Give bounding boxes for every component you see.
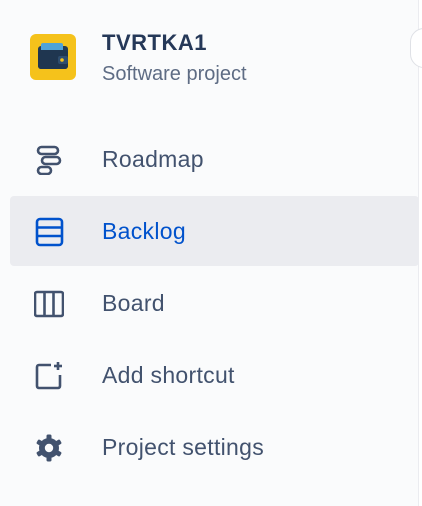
- sidebar-nav: Roadmap Backlog Board Add shortcut Proje…: [10, 124, 419, 484]
- sidebar-item-roadmap[interactable]: Roadmap: [10, 124, 419, 194]
- sidebar-item-label: Roadmap: [102, 146, 204, 172]
- project-type: Software project: [102, 63, 247, 85]
- sidebar-item-project-settings[interactable]: Project settings: [10, 412, 419, 482]
- backlog-icon: [35, 217, 64, 247]
- sidebar-item-label: Backlog: [102, 218, 186, 244]
- sidebar-item-add-shortcut[interactable]: Add shortcut: [10, 340, 419, 410]
- project-name: TVRTKA1: [102, 30, 207, 55]
- sidebar-item-board[interactable]: Board: [10, 268, 419, 338]
- project-avatar: [30, 34, 76, 80]
- gear-icon: [36, 434, 62, 462]
- sidebar-item-backlog[interactable]: Backlog: [10, 196, 419, 266]
- sidebar-item-label: Board: [102, 290, 165, 316]
- project-sidebar: TVRTKA1 Software project Roadmap Backlog: [0, 0, 420, 506]
- collapse-sidebar-button[interactable]: [410, 28, 422, 68]
- wallet-icon: [38, 43, 68, 69]
- project-header[interactable]: TVRTKA1 Software project: [30, 30, 400, 90]
- sidebar-item-label: Project settings: [102, 434, 265, 460]
- roadmap-icon: [36, 145, 62, 175]
- sidebar-item-label: Add shortcut: [102, 362, 235, 388]
- board-icon: [34, 290, 64, 318]
- add-shortcut-icon: [35, 362, 62, 390]
- content-divider: [418, 0, 422, 506]
